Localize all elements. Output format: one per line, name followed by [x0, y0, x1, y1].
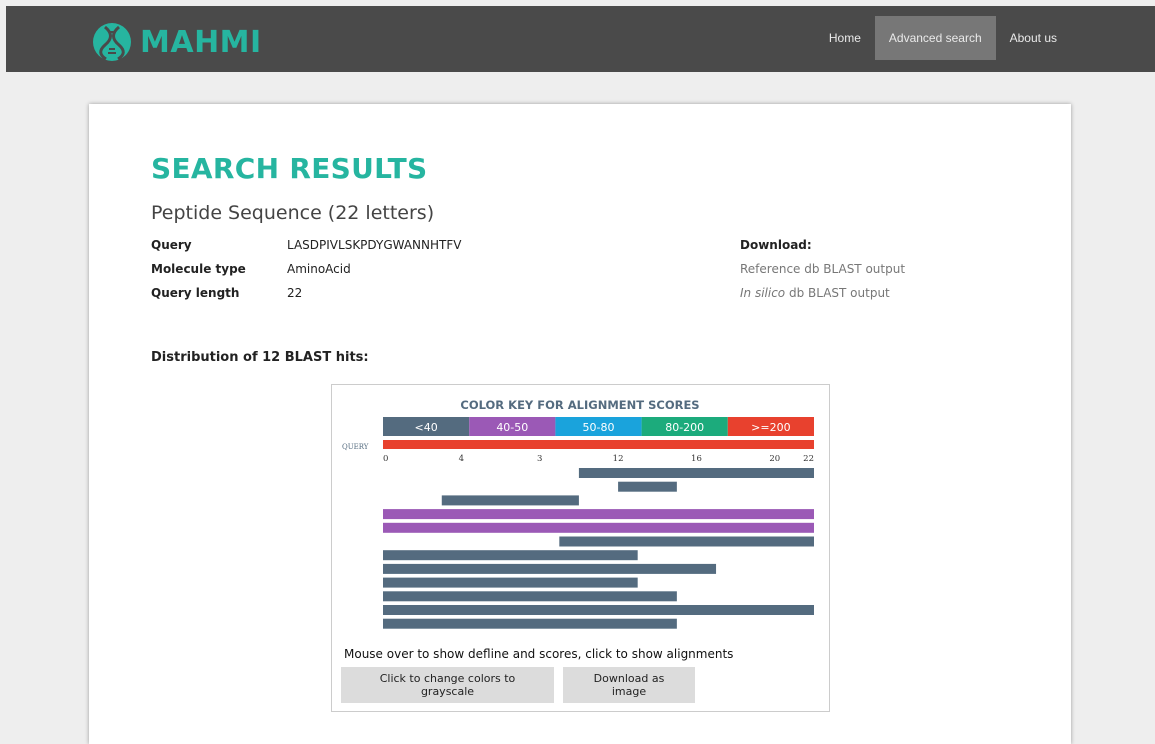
- score-bin-label-3: 80-200: [665, 421, 704, 434]
- insilico-rest: db BLAST output: [785, 286, 890, 300]
- query-label: Query: [151, 238, 192, 252]
- axis-tick-2: 3: [537, 454, 542, 464]
- query-length-label: Query length: [151, 286, 240, 300]
- blast-hit-bar-9: [383, 577, 638, 588]
- color-key-title: COLOR KEY FOR ALIGNMENT SCORES: [460, 398, 699, 412]
- blast-hit-bar-11: [383, 605, 814, 615]
- blast-hit-bar-10: [383, 591, 677, 602]
- distribution-title: Distribution of 12 BLAST hits:: [151, 350, 369, 365]
- dna-logo-icon: [93, 23, 131, 61]
- insilico-italic: In silico: [740, 286, 786, 300]
- axis-tick-6: 22: [803, 454, 814, 464]
- results-card: SEARCH RESULTS Peptide Sequence (22 lett…: [89, 104, 1071, 744]
- blast-hits-graphic[interactable]: COLOR KEY FOR ALIGNMENT SCORES <40 40-50 5…: [332, 385, 829, 641]
- graphic-hint: Mouse over to show defline and scores, c…: [344, 647, 734, 661]
- query-label: QUERY: [342, 443, 369, 451]
- axis-tick-3: 12: [613, 454, 624, 464]
- score-bin-label-2: 50-80: [583, 421, 615, 434]
- molecule-type-row: Molecule type AminoAcid: [151, 262, 461, 286]
- blast-hit-bar-6: [559, 536, 814, 547]
- download-title: Download:: [740, 238, 812, 252]
- app-name: MAHMI: [140, 24, 262, 60]
- main-nav: Home Advanced search About us: [815, 16, 1155, 60]
- blast-graphic: COLOR KEY FOR ALIGNMENT SCORES <40 40-50 5…: [331, 384, 830, 712]
- page-title: SEARCH RESULTS: [151, 152, 428, 185]
- blast-hit-bar-8: [383, 563, 717, 574]
- score-bin-label-4: >=200: [751, 421, 790, 434]
- blast-hit-bar-1: [578, 468, 814, 478]
- query-row: Query LASDPIVLSKPDYGWANNHTFV: [151, 238, 461, 262]
- molecule-type-value: AminoAcid: [287, 262, 351, 276]
- axis-tick-4: 16: [691, 454, 702, 464]
- query-length-row: Query length 22: [151, 286, 461, 310]
- nav-about-us[interactable]: About us: [996, 16, 1071, 60]
- molecule-type-label: Molecule type: [151, 262, 246, 276]
- score-bin-label-1: 40-50: [496, 421, 528, 434]
- score-bin-label-0: <40: [414, 421, 437, 434]
- download-section: Download: Reference db BLAST output In s…: [740, 238, 905, 310]
- download-image-button[interactable]: Download as image: [563, 667, 695, 703]
- query-info: Query LASDPIVLSKPDYGWANNHTFV Molecule ty…: [151, 238, 461, 310]
- nav-home[interactable]: Home: [815, 16, 875, 60]
- blast-hit-bar-2: [618, 481, 677, 492]
- axis-tick-1: 4: [459, 454, 464, 464]
- page-subtitle: Peptide Sequence (22 letters): [151, 202, 435, 224]
- query-length-value: 22: [287, 286, 303, 300]
- reference-db-blast-link[interactable]: Reference db BLAST output: [740, 262, 905, 286]
- blast-hit-bar-7: [383, 550, 638, 561]
- axis-tick-0: 0: [383, 454, 388, 464]
- blast-hit-bar-3: [441, 495, 579, 506]
- nav-advanced-search[interactable]: Advanced search: [874, 16, 996, 60]
- navbar: MAHMI Home Advanced search About us: [6, 6, 1155, 72]
- blast-hit-bar-12: [383, 618, 677, 629]
- blast-hit-bar-4: [383, 509, 814, 520]
- grayscale-button[interactable]: Click to change colors to grayscale: [341, 667, 554, 703]
- blast-hit-bar-5: [383, 522, 814, 533]
- insilico-db-blast-link[interactable]: In silico db BLAST output: [740, 286, 905, 310]
- query-bar: [383, 440, 814, 449]
- axis-tick-5: 20: [769, 454, 780, 464]
- query-value: LASDPIVLSKPDYGWANNHTFV: [287, 238, 462, 252]
- logo[interactable]: MAHMI: [92, 22, 262, 62]
